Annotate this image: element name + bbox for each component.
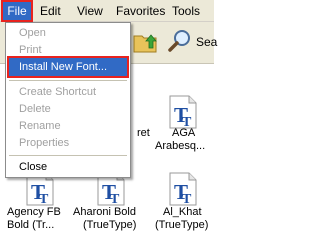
menu-item-create-shortcut[interactable]: Create Shortcut	[6, 83, 130, 101]
font-item-label: (TrueType)	[155, 219, 209, 231]
font-item-label: Bold (Tr...	[7, 219, 55, 231]
menu-separator	[9, 80, 127, 81]
svg-text:T: T	[182, 192, 192, 206]
menu-item-open[interactable]: Open	[6, 24, 130, 42]
font-item-label: Aharoni Bold	[73, 206, 136, 218]
font-item-label: Al_Khat	[163, 206, 202, 218]
menu-item-install-new-font[interactable]: Install New Font...	[7, 56, 129, 78]
menu-item-print[interactable]: Print	[6, 41, 130, 59]
file-menu-dropdown: Open Print Install New Font... Create Sh…	[5, 22, 131, 178]
menu-item-properties[interactable]: Properties	[6, 134, 130, 152]
menu-item-delete[interactable]: Delete	[6, 100, 130, 118]
menu-bar: File Edit View Favorites Tools	[0, 0, 214, 22]
font-file-icon[interactable]: T T	[168, 95, 198, 129]
menu-file[interactable]: File	[1, 0, 33, 22]
font-file-icon[interactable]: T T	[168, 172, 198, 206]
font-item-label: (TrueType)	[83, 219, 137, 231]
menu-tools[interactable]: Tools	[172, 0, 200, 22]
search-button-label[interactable]: Sea	[196, 35, 217, 49]
menu-separator	[9, 155, 127, 156]
menu-edit[interactable]: Edit	[40, 0, 61, 22]
menu-item-rename[interactable]: Rename	[6, 117, 130, 135]
search-icon[interactable]	[166, 27, 194, 55]
folder-up-icon[interactable]	[132, 28, 160, 56]
menu-view[interactable]: View	[77, 0, 103, 22]
menu-favorites[interactable]: Favorites	[116, 0, 165, 22]
font-item-label: Arabesq...	[155, 140, 206, 152]
font-item-label: Agency FB	[7, 206, 61, 218]
font-item-label: ret	[137, 127, 150, 139]
svg-text:T: T	[39, 192, 49, 206]
font-item-label: AGA	[172, 127, 196, 139]
menu-item-close[interactable]: Close	[6, 158, 130, 176]
svg-text:T: T	[110, 192, 120, 206]
